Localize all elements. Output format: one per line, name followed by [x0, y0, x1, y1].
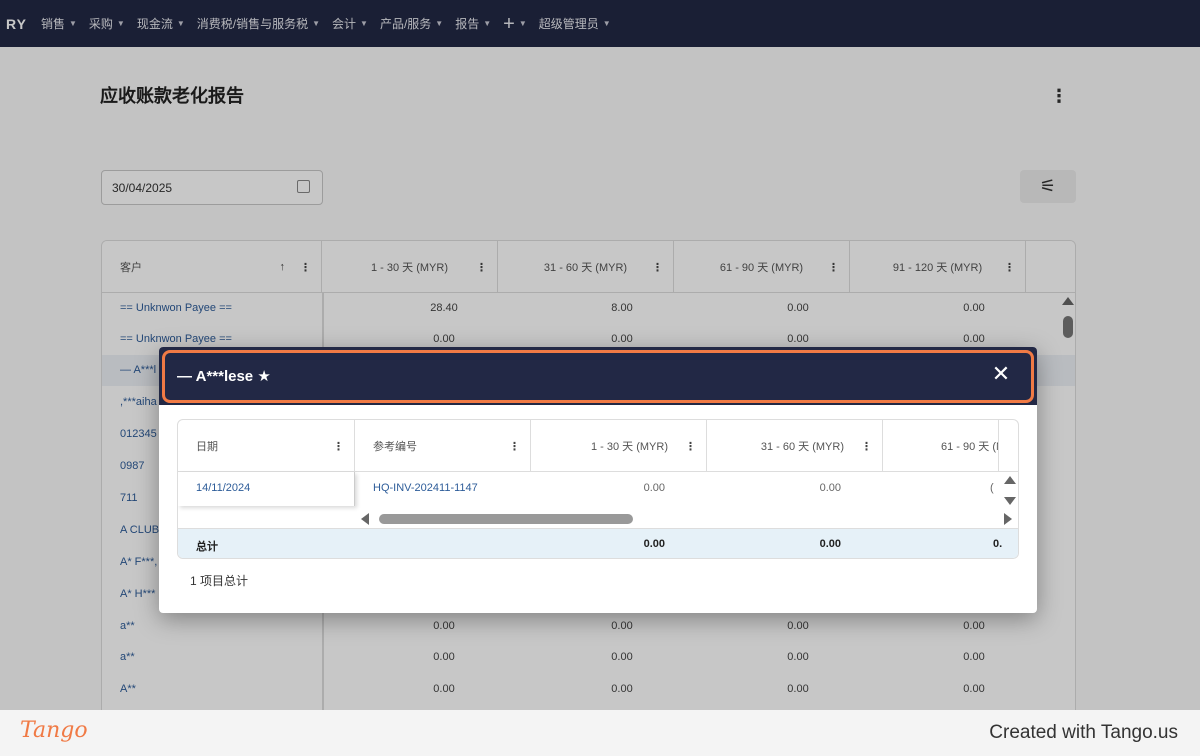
customer-detail-modal: — A***lese ★ ✕ 日期 ⋮ 参考编号 ⋮ 1 - 30 天 (MYR…: [159, 347, 1037, 613]
scroll-thumb[interactable]: [379, 514, 633, 524]
detail-grid-header: 日期 ⋮ 参考编号 ⋮ 1 - 30 天 (MYR) ⋮ 31 - 60 天 (…: [178, 420, 1018, 472]
scroll-down-icon[interactable]: [1004, 497, 1016, 505]
tango-footer: Tango Created with Tango.us: [0, 710, 1200, 756]
invoice-detail-grid: 日期 ⋮ 参考编号 ⋮ 1 - 30 天 (MYR) ⋮ 31 - 60 天 (…: [177, 419, 1019, 559]
column-header-date[interactable]: 日期 ⋮: [178, 420, 355, 472]
column-header-1-30[interactable]: 1 - 30 天 (MYR) ⋮: [531, 420, 707, 472]
scroll-right-icon[interactable]: [1004, 513, 1012, 525]
cell-61-90: (: [990, 482, 994, 494]
modal-title: — A***lese ★: [177, 368, 271, 385]
total-31-60: 0.00: [819, 538, 841, 550]
modal-header: — A***lese ★ ✕: [159, 347, 1037, 405]
cell-1-30: 0.00: [643, 482, 665, 494]
column-menu-icon[interactable]: ⋮: [861, 440, 872, 453]
tango-credit: Created with Tango.us: [989, 722, 1178, 743]
table-row[interactable]: HQ-INV-202411-1147 0.00 0.00 (: [178, 472, 1018, 504]
scroll-up-icon[interactable]: [1004, 476, 1016, 484]
highlight-outline: [162, 350, 1034, 403]
column-header-reference[interactable]: 参考编号 ⋮: [355, 420, 531, 472]
column-menu-icon[interactable]: ⋮: [333, 440, 344, 453]
column-menu-icon[interactable]: ⋮: [509, 440, 520, 453]
detail-horizontal-scrollbar[interactable]: [355, 510, 1018, 528]
column-menu-icon[interactable]: ⋮: [685, 440, 696, 453]
invoice-reference-link[interactable]: HQ-INV-202411-1147: [373, 482, 478, 494]
close-icon[interactable]: ✕: [989, 363, 1013, 385]
cell-31-60: 0.00: [819, 482, 841, 494]
item-count: 1 项目总计: [190, 574, 249, 588]
column-header-61-90[interactable]: 61 - 90 天 (N: [883, 420, 999, 472]
total-61-90: 0.: [993, 538, 1003, 550]
total-label: 总计: [196, 541, 218, 553]
column-header-31-60[interactable]: 31 - 60 天 (MYR) ⋮: [707, 420, 883, 472]
scroll-left-icon[interactable]: [361, 513, 369, 525]
total-row: 总计 0.00 0.00 0.: [178, 528, 1018, 558]
total-1-30: 0.00: [643, 538, 665, 550]
tango-logo: Tango: [20, 718, 88, 743]
